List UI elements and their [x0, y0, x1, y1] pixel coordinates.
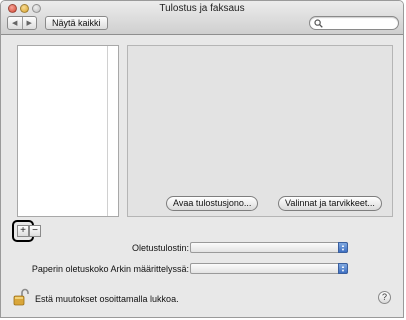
lock-icon[interactable] — [13, 288, 29, 306]
default-printer-popup[interactable]: ▲ ▼ — [190, 242, 348, 253]
popup-arrows-icon: ▲ ▼ — [338, 242, 348, 253]
printer-list[interactable] — [17, 45, 119, 217]
paper-size-popup[interactable]: ▲ ▼ — [190, 263, 348, 274]
window-title: Tulostus ja faksaus — [159, 3, 245, 14]
title-bar: Tulostus ja faksaus ◀ ▶ Näytä kaikki — [1, 1, 403, 35]
add-printer-button[interactable]: + — [17, 225, 29, 237]
popup-arrows-icon: ▲ ▼ — [338, 263, 348, 274]
back-arrow-icon[interactable]: ◀ — [8, 17, 23, 29]
paper-size-label: Paperin oletuskoko Arkin määrittelyssä: — [31, 264, 189, 274]
forward-arrow-icon[interactable]: ▶ — [23, 17, 37, 29]
default-printer-label: Oletustulostin: — [131, 243, 189, 253]
lock-description: Estä muutokset osoittamalla lukkoa. — [35, 294, 179, 304]
back-forward-control: ◀ ▶ — [7, 16, 37, 30]
open-print-queue-button[interactable]: Avaa tulostusjono... — [166, 196, 259, 211]
search-field[interactable] — [309, 16, 399, 30]
add-remove-controls: + − — [17, 225, 41, 237]
search-icon — [314, 19, 323, 28]
printer-detail-panel: Avaa tulostusjono... Valinnat ja tarvikk… — [127, 45, 393, 217]
remove-printer-button[interactable]: − — [29, 225, 41, 237]
options-and-supplies-button[interactable]: Valinnat ja tarvikkeet... — [278, 196, 382, 211]
preferences-window: Tulostus ja faksaus ◀ ▶ Näytä kaikki Ava… — [0, 0, 404, 318]
default-printer-row: Oletustulostin: ▲ ▼ — [1, 242, 403, 254]
paper-size-row: Paperin oletuskoko Arkin määrittelyssä: … — [1, 263, 403, 275]
help-button[interactable]: ? — [378, 291, 391, 304]
printer-list-divider — [107, 46, 108, 216]
show-all-button[interactable]: Näytä kaikki — [45, 16, 108, 30]
